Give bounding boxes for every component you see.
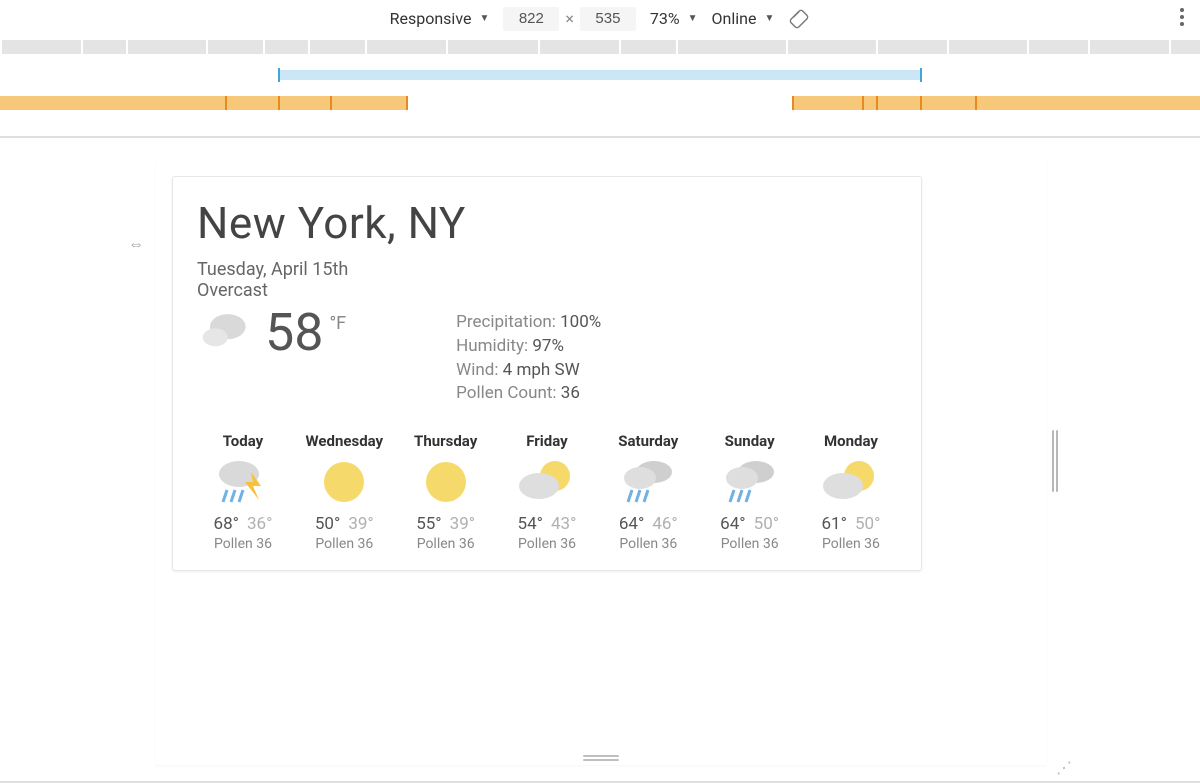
- forecast-low: 46°: [652, 514, 677, 534]
- humidity-value: 97%: [532, 336, 564, 356]
- forecast-day[interactable]: Monday 61° 50° Pollen 36: [805, 432, 897, 552]
- dimension-times: ×: [565, 9, 574, 28]
- network-value: Online: [712, 9, 757, 28]
- forecast-high: 64°: [720, 514, 745, 534]
- resize-handle-left-icon[interactable]: ⇔: [128, 234, 144, 254]
- forecast-high: 54°: [518, 514, 543, 534]
- media-query-ruler: [0, 38, 1200, 138]
- storm-icon: [197, 456, 289, 508]
- pollen-value: 36: [561, 383, 580, 403]
- forecast-pollen: Pollen 36: [805, 536, 897, 552]
- resize-handle-corner-icon[interactable]: ⋰: [1056, 758, 1068, 777]
- chevron-down-icon: ▼: [477, 13, 489, 24]
- city-heading: New York, NY: [197, 197, 897, 249]
- forecast-day[interactable]: Thursday 55° 39° Pollen 36: [400, 432, 492, 552]
- sun-icon: [298, 456, 390, 508]
- forecast-day-name: Wednesday: [298, 432, 390, 450]
- forecast-high: 55°: [416, 514, 441, 534]
- forecast-low: 50°: [754, 514, 779, 534]
- current-temp: 58: [265, 307, 323, 359]
- ruler-scale: [0, 40, 1200, 54]
- ruler-min-width[interactable]: [0, 96, 1200, 110]
- forecast-day-name: Sunday: [704, 432, 796, 450]
- width-input[interactable]: [503, 7, 559, 31]
- forecast-day[interactable]: Sunday 64° 50° Pollen 36: [704, 432, 796, 552]
- weather-card: New York, NY Tuesday, April 15th Overcas…: [172, 176, 922, 571]
- forecast-high: 50°: [315, 514, 340, 534]
- forecast-day[interactable]: Today 68° 36° Pollen 36: [197, 432, 289, 552]
- chevron-down-icon: ▼: [762, 13, 774, 24]
- forecast-day[interactable]: Friday 54° 43° Pollen 36: [501, 432, 593, 552]
- chevron-down-icon: ▼: [686, 13, 698, 24]
- forecast-pollen: Pollen 36: [602, 536, 694, 552]
- humidity-label: Humidity:: [456, 336, 528, 356]
- rain-icon: [704, 456, 796, 508]
- forecast-day-name: Today: [197, 432, 289, 450]
- forecast-day[interactable]: Wednesday 50° 39° Pollen 36: [298, 432, 390, 552]
- resize-handle-right-icon[interactable]: [1052, 430, 1058, 492]
- forecast-high: 68°: [214, 514, 239, 534]
- temp-unit: °F: [329, 313, 346, 334]
- pollen-label: Pollen Count:: [456, 383, 556, 403]
- weather-stats: Precipitation: 100% Humidity: 97% Wind: …: [456, 311, 601, 406]
- forecast-pollen: Pollen 36: [501, 536, 593, 552]
- wind-value: 4 mph SW: [503, 360, 580, 380]
- overcast-icon: [197, 307, 255, 357]
- forecast-pollen: Pollen 36: [400, 536, 492, 552]
- forecast-low: 50°: [855, 514, 880, 534]
- device-label: Responsive: [390, 9, 472, 28]
- forecast-day-name: Thursday: [400, 432, 492, 450]
- device-select[interactable]: Responsive ▼: [390, 9, 490, 28]
- ruler-max-width[interactable]: [0, 70, 1200, 80]
- forecast-pollen: Pollen 36: [298, 536, 390, 552]
- condition-text: Overcast: [197, 280, 897, 301]
- forecast-row: Today 68° 36° Pollen 36 Wednesday 50° 39° Polle…: [197, 432, 897, 552]
- height-input[interactable]: [580, 7, 636, 31]
- rotate-button[interactable]: [788, 8, 810, 30]
- partly-icon: [805, 456, 897, 508]
- forecast-day[interactable]: Saturday 64° 46° Pollen 36: [602, 432, 694, 552]
- network-select[interactable]: Online ▼: [712, 9, 775, 28]
- forecast-pollen: Pollen 36: [704, 536, 796, 552]
- forecast-low: 43°: [551, 514, 576, 534]
- dimensions-group: ×: [503, 7, 636, 31]
- rain-icon: [602, 456, 694, 508]
- forecast-high: 61°: [822, 514, 847, 534]
- device-toolbar: Responsive ▼ × 73% ▼ Online ▼: [0, 0, 1200, 38]
- date-text: Tuesday, April 15th: [197, 259, 897, 280]
- precip-label: Precipitation:: [456, 312, 556, 332]
- forecast-day-name: Friday: [501, 432, 593, 450]
- resize-handle-bottom-icon[interactable]: [583, 755, 619, 761]
- forecast-pollen: Pollen 36: [197, 536, 289, 552]
- forecast-high: 64°: [619, 514, 644, 534]
- device-viewport: New York, NY Tuesday, April 15th Overcas…: [156, 160, 1046, 765]
- forecast-low: 36°: [247, 514, 272, 534]
- more-button[interactable]: [1180, 8, 1184, 26]
- sun-icon: [400, 456, 492, 508]
- forecast-low: 39°: [450, 514, 475, 534]
- forecast-low: 39°: [348, 514, 373, 534]
- wind-label: Wind:: [456, 360, 498, 380]
- precip-value: 100%: [560, 312, 601, 332]
- zoom-select[interactable]: 73% ▼: [650, 9, 698, 28]
- forecast-day-name: Monday: [805, 432, 897, 450]
- forecast-day-name: Saturday: [602, 432, 694, 450]
- partly-icon: [501, 456, 593, 508]
- zoom-value: 73%: [650, 9, 680, 28]
